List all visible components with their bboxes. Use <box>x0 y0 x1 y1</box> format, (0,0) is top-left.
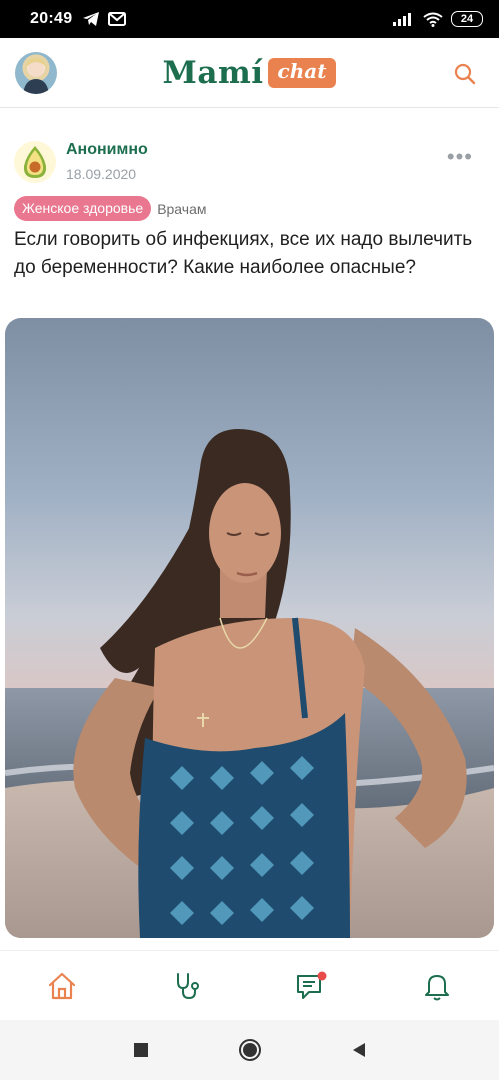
gmail-icon <box>108 12 127 26</box>
logo-main-text: Mamí <box>162 54 264 91</box>
chat-icon <box>296 971 327 999</box>
screen: 20:49 24 Mamí chat Анонимно 18.09.2020 •… <box>0 0 499 1080</box>
stethoscope-icon <box>177 972 200 999</box>
post-question[interactable]: Если говорить об инфекциях, все их надо … <box>14 226 484 282</box>
post-author[interactable]: Анонимно <box>66 141 148 159</box>
author-avatar[interactable] <box>14 141 56 183</box>
home-circle-icon[interactable] <box>238 1038 262 1062</box>
recents-icon[interactable] <box>132 1041 150 1059</box>
app-logo: Mamí chat <box>163 55 337 91</box>
back-icon[interactable] <box>350 1041 368 1059</box>
tag-doctors[interactable]: Врачам <box>157 201 206 217</box>
bell-icon <box>424 974 449 1000</box>
avatar-illustration <box>23 57 49 94</box>
post-tags: Женское здоровье Врачам <box>14 196 207 221</box>
tag-womens-health[interactable]: Женское здоровье <box>14 196 152 221</box>
post-date: 18.09.2020 <box>66 166 137 182</box>
logo-badge: chat <box>267 57 337 88</box>
battery-icon: 24 <box>451 11 483 27</box>
nav-notifications[interactable] <box>407 961 467 1011</box>
post-image-illustration <box>5 429 494 938</box>
more-dots-icon[interactable]: ••• <box>447 146 473 168</box>
home-icon <box>49 972 76 999</box>
avocado-icon <box>23 146 47 178</box>
profile-avatar[interactable] <box>15 52 57 94</box>
battery-level: 24 <box>460 13 474 25</box>
telegram-icon <box>83 12 100 26</box>
system-navigation <box>0 1020 499 1080</box>
nav-chat[interactable] <box>282 961 342 1011</box>
status-bar: 20:49 24 <box>0 0 499 38</box>
chat-notification-badge <box>317 971 327 980</box>
search-icon[interactable] <box>453 62 477 86</box>
bottom-navigation <box>0 950 499 1020</box>
post-image[interactable] <box>5 318 494 938</box>
app-header: Mamí chat <box>0 38 499 108</box>
nav-doctors[interactable] <box>157 961 217 1011</box>
wifi-icon <box>423 12 443 27</box>
status-time: 20:49 <box>30 10 73 27</box>
nav-home[interactable] <box>32 961 92 1011</box>
signal-icon <box>393 13 411 26</box>
